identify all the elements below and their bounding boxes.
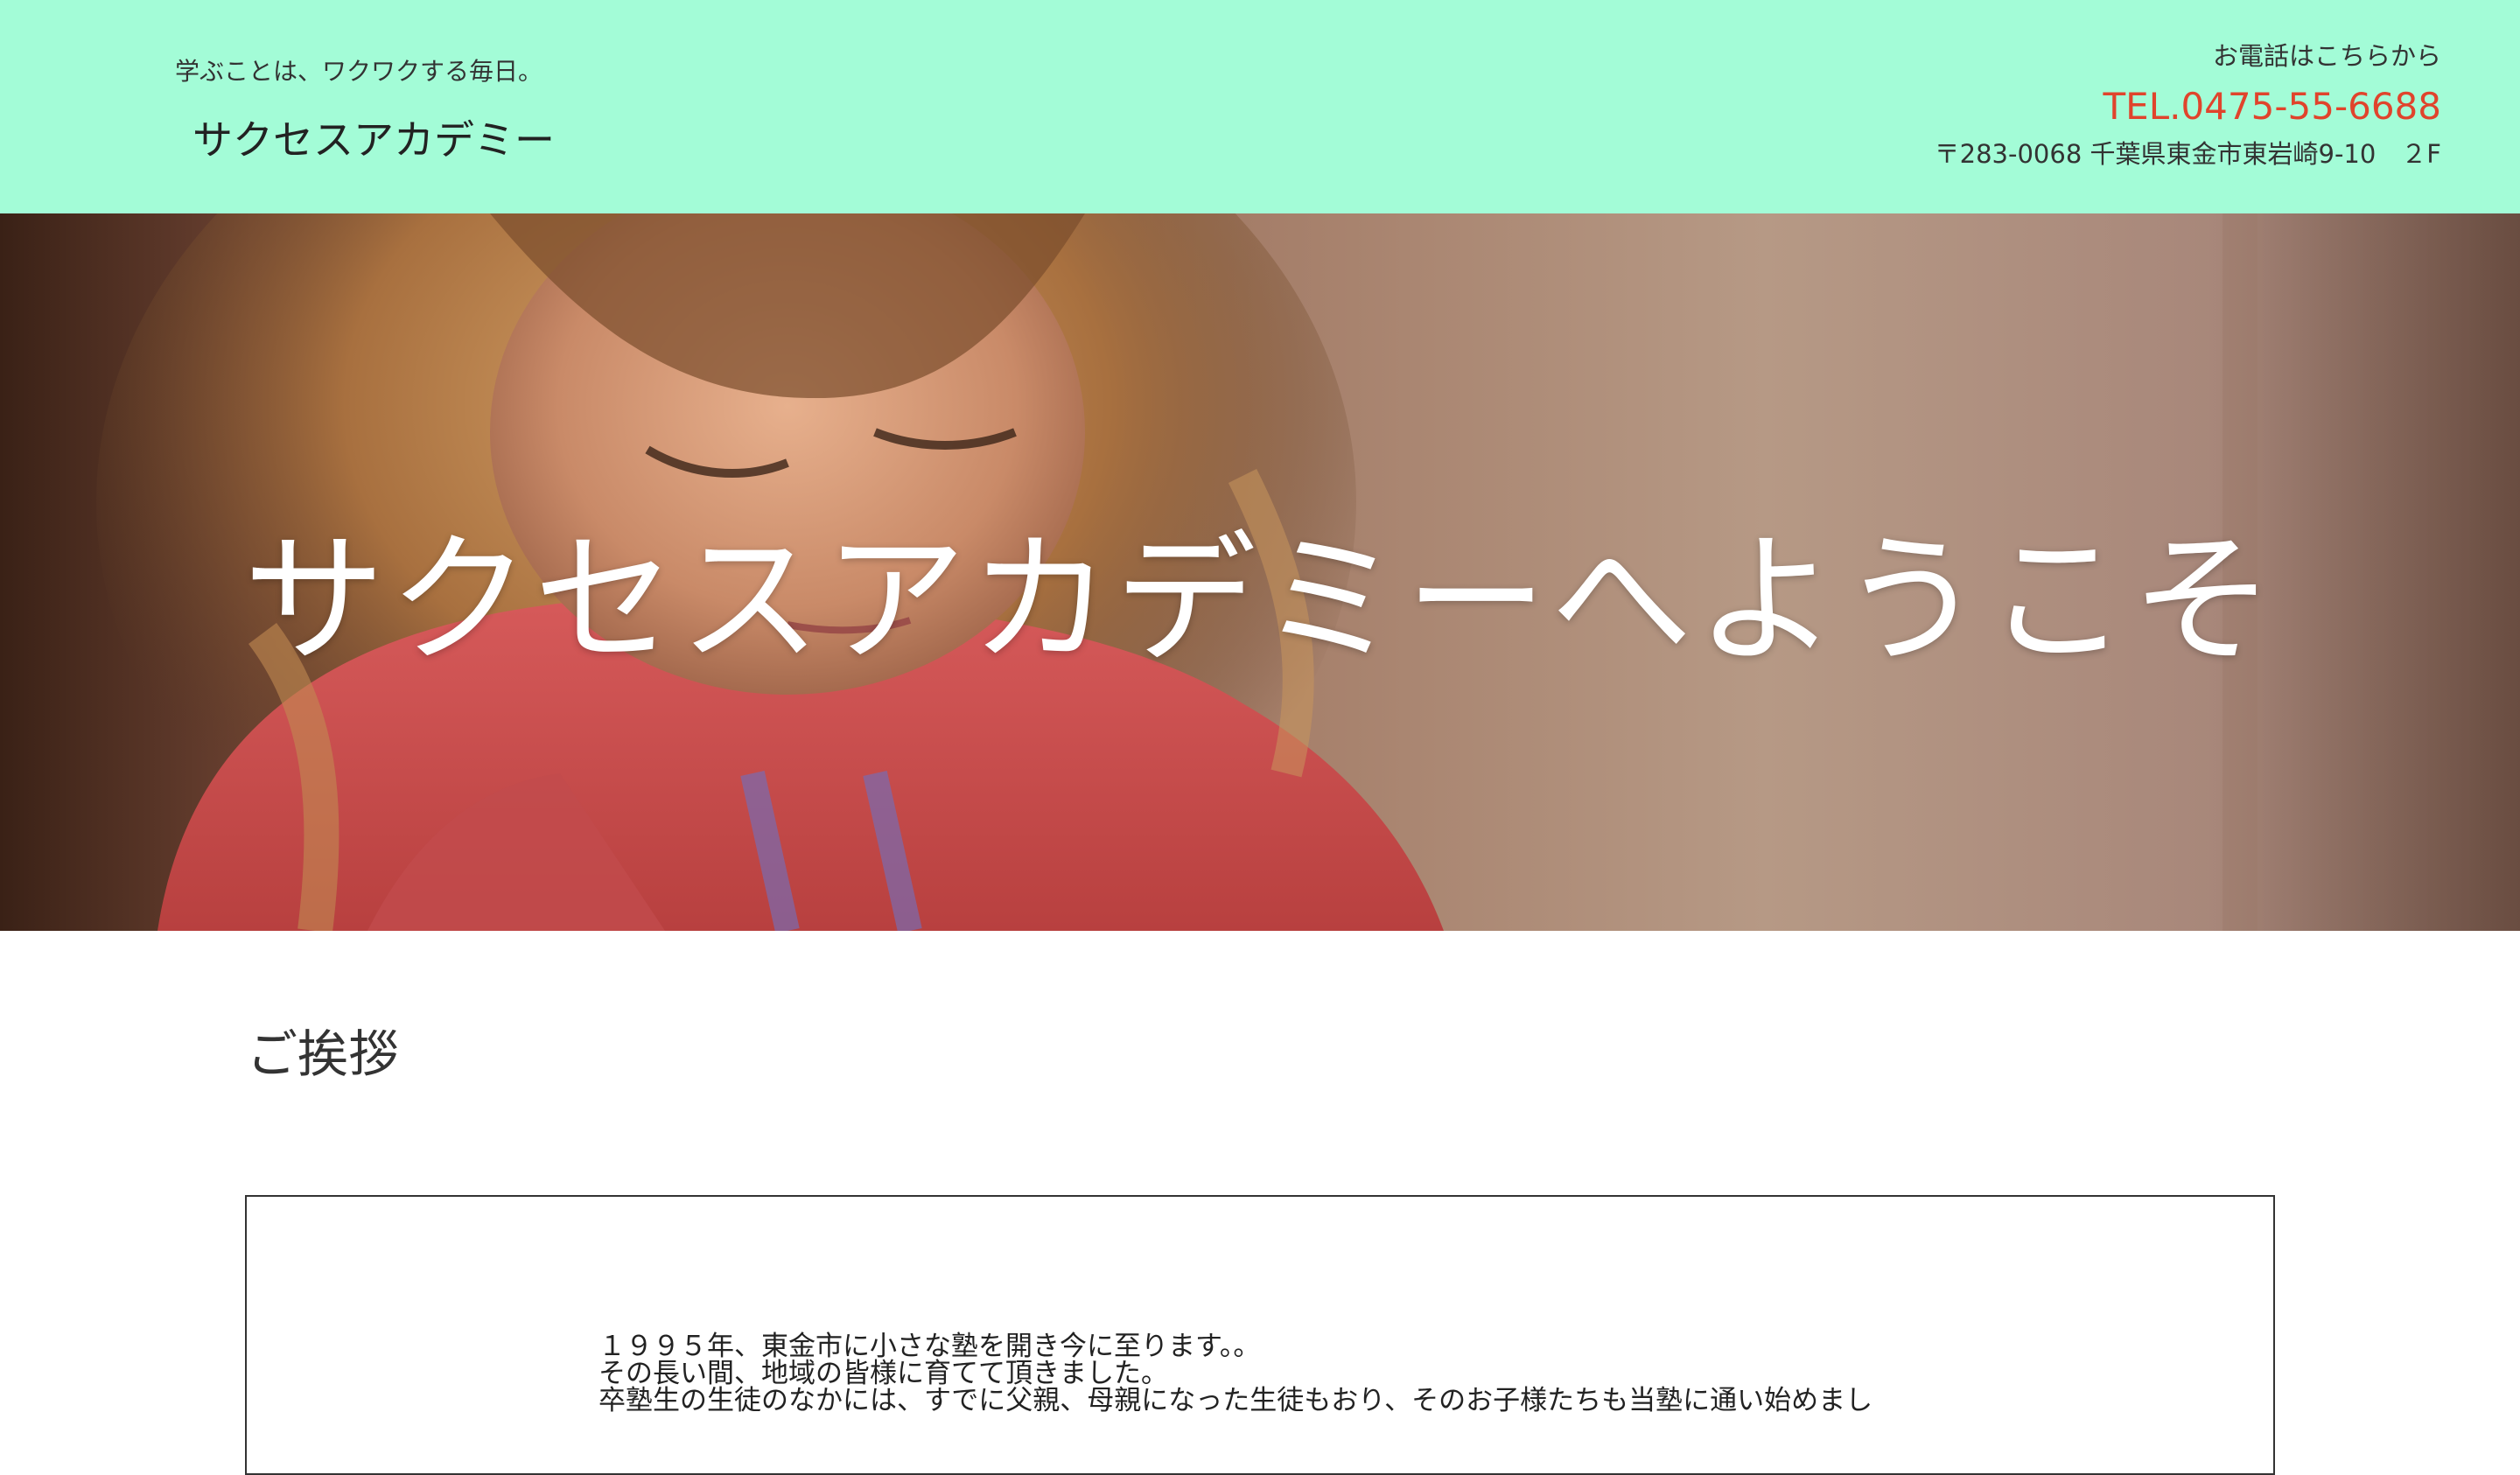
site-logo[interactable]: サクセスアカデミー: [192, 108, 555, 166]
contact-label: お電話はこちらから: [2212, 41, 2441, 71]
hero-title: サクセスアカデミーへようこそ: [243, 519, 2277, 683]
greeting-line: 卒塾生の生徒のなかには、すでに父親、母親になった生徒もおり、そのお子様たちも当塾…: [598, 1385, 1873, 1416]
greeting-text: １９９５年、東金市に小さな塾を開き今に至ります。。 その長い間、地域の皆様に育て…: [598, 1333, 1872, 1415]
contact-block: お電話はこちらから TEL.0475-55-6688 〒283-0068 千葉県…: [1935, 38, 2441, 173]
site-header: 学ぶことは、ワクワクする毎日。 サクセスアカデミー お電話はこちらから TEL.…: [0, 0, 2520, 213]
greeting-line: その長い間、地域の皆様に育てて頂きました。: [598, 1358, 1168, 1389]
site-tagline: 学ぶことは、ワクワクする毎日。: [175, 57, 543, 86]
phone-link[interactable]: TEL.0475-55-6688: [1935, 80, 2441, 133]
greeting-line: １９９５年、東金市に小さな塾を開き今に至ります。。: [598, 1331, 1261, 1362]
hero-banner: サクセスアカデミーへようこそ: [0, 213, 2520, 931]
address-text: 〒283-0068 千葉県東金市東岩崎9-10 ２F: [1934, 139, 2441, 169]
greeting-heading: ご挨拶: [247, 1024, 400, 1084]
greeting-box: １９９５年、東金市に小さな塾を開き今に至ります。。 その長い間、地域の皆様に育て…: [245, 1195, 2275, 1475]
